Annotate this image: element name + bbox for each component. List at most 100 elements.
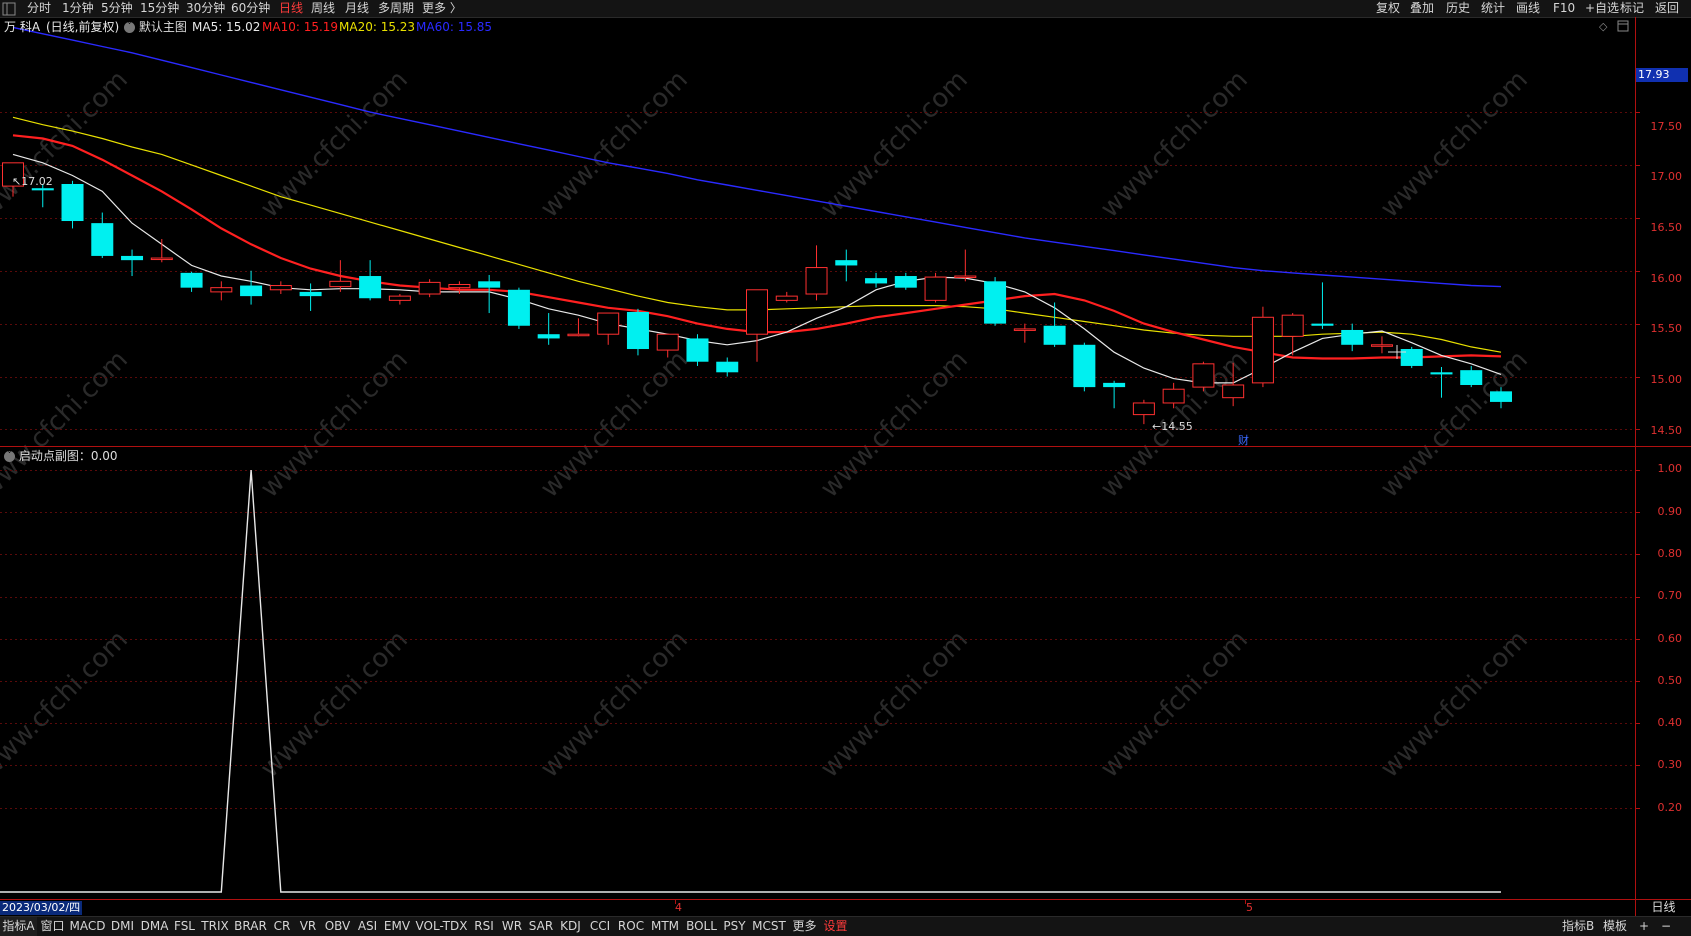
- watermark-text: www.cfchi.com: [815, 625, 974, 784]
- y-tick-ind: 0.70: [1657, 589, 1683, 602]
- indicator-tab[interactable]: 更多: [789, 917, 820, 936]
- indicator-tab[interactable]: ASI: [354, 917, 381, 936]
- candle-body: [805, 267, 828, 295]
- chevron-down-icon: ˅: [124, 22, 135, 33]
- bottom-right-button[interactable]: −: [1661, 917, 1671, 936]
- indicator-tab[interactable]: VR: [295, 917, 321, 936]
- candle-body: [924, 276, 947, 301]
- watermark-text: www.cfchi.com: [1095, 65, 1254, 224]
- indicator-tab[interactable]: SAR: [526, 917, 556, 936]
- ma20-legend: MA20: 15.23: [339, 20, 416, 34]
- indicator-tab[interactable]: EMV: [381, 917, 413, 936]
- watermark-text: www.cfchi.com: [1375, 345, 1534, 504]
- y-tick-ind: 0.30: [1657, 758, 1683, 771]
- indicator-tab[interactable]: VOL-TDX: [413, 917, 470, 936]
- indicator-tab[interactable]: CCI: [585, 917, 615, 936]
- candle-body: [1281, 314, 1304, 337]
- stock-name: 万 科A: [4, 20, 41, 34]
- month-mark: 4: [675, 901, 682, 914]
- indicator-tab[interactable]: MCST: [749, 917, 789, 936]
- indicator-tab[interactable]: 窗口: [37, 917, 68, 936]
- candle-body: [299, 291, 322, 297]
- candle-body: [1460, 370, 1483, 385]
- indicator-tab[interactable]: RSI: [470, 917, 498, 936]
- indicator-tab[interactable]: BRAR: [232, 917, 269, 936]
- watermark-text: www.cfchi.com: [815, 65, 974, 224]
- candle-body: [388, 295, 411, 301]
- indicator-tab[interactable]: DMA: [138, 917, 171, 936]
- candle-body: [1073, 344, 1096, 388]
- indicator-title-text: 启动点副图：0.00: [18, 449, 118, 463]
- candle-body: [1013, 328, 1036, 331]
- arrow-icon: ↖: [12, 175, 22, 188]
- candle-body: [835, 260, 858, 266]
- y-tick-ind: 0.40: [1657, 716, 1683, 729]
- indicator-tab[interactable]: FSL: [171, 917, 198, 936]
- indicator-tab[interactable]: WR: [498, 917, 526, 936]
- low-marker: ←14.55: [1152, 420, 1193, 433]
- candle-body: [656, 333, 679, 351]
- candle-body: [1430, 372, 1453, 375]
- y-tick-ind: 0.20: [1657, 801, 1683, 814]
- date-cursor-label: 2023/03/02/四: [0, 901, 83, 915]
- candle-body: [984, 281, 1007, 324]
- diamond-icon[interactable]: ◇: [1599, 20, 1607, 33]
- high-marker: ↖17.02: [12, 175, 53, 188]
- candle-body: [478, 281, 501, 288]
- candle-body: [448, 283, 471, 289]
- candle-body: [775, 295, 798, 301]
- candle-body: [626, 311, 649, 350]
- indicator-tab[interactable]: ROC: [615, 917, 647, 936]
- indicator-tab[interactable]: 设置: [820, 917, 851, 936]
- candle-body: [954, 275, 977, 279]
- y-tick-main: 16.50: [1650, 221, 1683, 234]
- candle-body: [865, 278, 888, 284]
- template-label: 默认主图: [138, 20, 187, 34]
- indicator-tab[interactable]: CR: [269, 917, 295, 936]
- indicator-tab[interactable]: DMI: [107, 917, 138, 936]
- candle-body: [418, 281, 441, 295]
- indicator-tab[interactable]: BOLL: [683, 917, 720, 936]
- bottom-right-button[interactable]: +: [1639, 917, 1649, 936]
- y-tick-main: 15.50: [1650, 322, 1683, 335]
- indicator-tab[interactable]: 指标A: [0, 917, 37, 936]
- watermark-text: www.cfchi.com: [535, 345, 694, 504]
- candle-body: [1490, 391, 1512, 402]
- candle-body: [746, 289, 768, 335]
- candle-body: [567, 333, 590, 337]
- indicator-tab[interactable]: MACD: [68, 917, 107, 936]
- candle-body: [329, 280, 352, 288]
- high-marker-value: 17.02: [21, 175, 53, 188]
- current-price-tag: 17.93: [1636, 68, 1688, 82]
- y-tick-main: 17.50: [1650, 120, 1683, 133]
- indicator-tab[interactable]: MTM: [647, 917, 683, 936]
- period-indicator: 日线: [1651, 900, 1676, 914]
- indicator-tab[interactable]: KDJ: [556, 917, 585, 936]
- indicator-title[interactable]: ˅ 启动点副图：0.00: [4, 447, 118, 465]
- indicator-tab[interactable]: OBV: [321, 917, 354, 936]
- candle-body: [210, 287, 233, 293]
- y-tick-ind: 0.90: [1657, 505, 1683, 518]
- bottom-right-button[interactable]: 模板: [1603, 917, 1627, 936]
- watermark-text: www.cfchi.com: [815, 345, 974, 504]
- month-mark: 5: [1246, 901, 1253, 914]
- kline-chart[interactable]: www.cfchi.com www.cfchi.com www.cfchi.com w…: [0, 0, 1691, 935]
- y-tick-main: 15.00: [1650, 373, 1683, 386]
- candle-body: [240, 285, 263, 297]
- template-toggle[interactable]: ˅ 默认主图: [124, 18, 187, 36]
- finance-marker[interactable]: 财: [1238, 432, 1249, 448]
- candle-body: [31, 188, 54, 191]
- indicator-tab[interactable]: PSY: [720, 917, 749, 936]
- candle-body: [150, 257, 173, 261]
- candle-body: [180, 272, 203, 288]
- candle-body: [121, 255, 144, 261]
- chart-mode: (日线,前复权): [46, 20, 120, 34]
- candle-body: [686, 338, 709, 362]
- indicator-tab[interactable]: TRIX: [198, 917, 232, 936]
- candle-body: [1132, 402, 1155, 416]
- ma60-line: [12, 26, 1502, 288]
- bottom-right-button[interactable]: 指标B: [1562, 917, 1594, 936]
- watermark-text: www.cfchi.com: [255, 625, 414, 784]
- window-icon[interactable]: [1617, 20, 1629, 35]
- ma5-legend: MA5: 15.02: [192, 20, 261, 34]
